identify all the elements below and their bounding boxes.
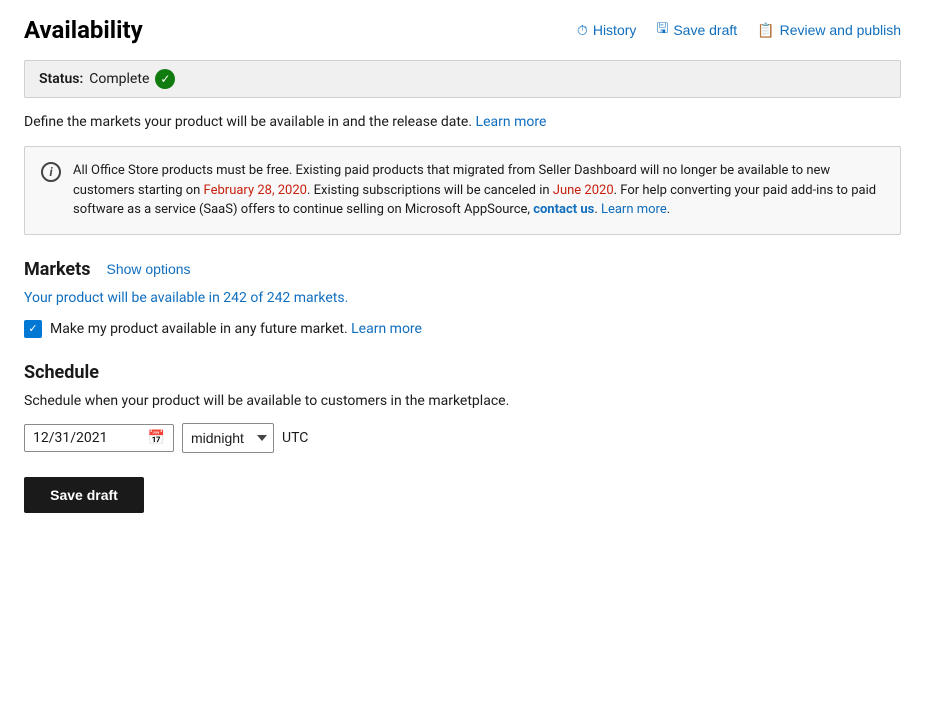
contact-us-link[interactable]: contact us <box>533 202 594 217</box>
info-text-part2: . Existing subscriptions will be cancele… <box>307 183 553 198</box>
review-publish-icon: 📋 <box>757 22 774 39</box>
toolbar: ⏱ History 🖫 Save draft 📋 Review and publ… <box>577 18 901 42</box>
time-select[interactable]: midnight1:00 AM2:00 AM3:00 AM4:00 AM5:00… <box>182 423 274 453</box>
save-draft-icon: 🖫 <box>656 18 668 42</box>
info-date2: June 2020 <box>553 183 614 198</box>
date-input-value: 12/31/2021 <box>33 430 142 446</box>
markets-description: Your product will be available in 242 of… <box>24 290 901 306</box>
markets-desc-prefix: Your product will be available in <box>24 290 223 306</box>
info-learn-more-link[interactable]: Learn more <box>601 202 667 217</box>
history-icon: ⏱ <box>577 22 588 39</box>
schedule-section: Schedule Schedule when your product will… <box>24 362 901 453</box>
save-draft-toolbar-button[interactable]: 🖫 Save draft <box>656 18 737 42</box>
history-label: History <box>593 22 637 38</box>
page-container: Availability ⏱ History 🖫 Save draft 📋 Re… <box>0 0 925 529</box>
description-main: Define the markets your product will be … <box>24 114 472 130</box>
page-title: Availability <box>24 16 143 44</box>
markets-count: 242 of 242 markets <box>223 290 344 306</box>
top-bar: Availability ⏱ History 🖫 Save draft 📋 Re… <box>24 16 901 44</box>
schedule-description: Schedule when your product will be avail… <box>24 393 901 409</box>
future-market-label: Make my product available in any future … <box>50 321 422 337</box>
info-date1: February 28, 2020 <box>204 183 307 198</box>
review-publish-button[interactable]: 📋 Review and publish <box>757 22 901 39</box>
info-text: All Office Store products must be free. … <box>73 161 884 220</box>
markets-desc-suffix: . <box>345 290 349 306</box>
complete-icon: ✓ <box>155 69 175 89</box>
status-bar: Status: Complete ✓ <box>24 60 901 98</box>
markets-section-title: Markets <box>24 259 90 280</box>
show-options-button[interactable]: Show options <box>106 261 190 277</box>
future-market-learn-more-link[interactable]: Learn more <box>351 321 422 337</box>
review-publish-label: Review and publish <box>780 22 901 38</box>
future-market-label-text: Make my product available in any future … <box>50 321 348 337</box>
save-draft-toolbar-label: Save draft <box>673 22 737 38</box>
schedule-section-title: Schedule <box>24 362 901 383</box>
info-icon: i <box>41 162 61 182</box>
info-text-part4: . <box>594 202 601 217</box>
status-label: Status: <box>39 71 83 87</box>
history-button[interactable]: ⏱ History <box>577 22 636 39</box>
future-market-checkbox[interactable]: ✓ <box>24 320 42 338</box>
save-draft-button[interactable]: Save draft <box>24 477 144 513</box>
schedule-inputs: 12/31/2021 📅 midnight1:00 AM2:00 AM3:00 … <box>24 423 901 453</box>
description-learn-more-link[interactable]: Learn more <box>476 114 547 130</box>
future-market-checkbox-row: ✓ Make my product available in any futur… <box>24 320 901 338</box>
description-text: Define the markets your product will be … <box>24 114 901 130</box>
calendar-icon[interactable]: 📅 <box>148 430 165 446</box>
date-input-wrapper[interactable]: 12/31/2021 📅 <box>24 424 174 452</box>
status-value: Complete <box>89 71 149 87</box>
info-text-part5: . <box>667 202 670 217</box>
info-box: i All Office Store products must be free… <box>24 146 901 235</box>
markets-section-header: Markets Show options <box>24 259 901 280</box>
timezone-label: UTC <box>282 430 308 446</box>
